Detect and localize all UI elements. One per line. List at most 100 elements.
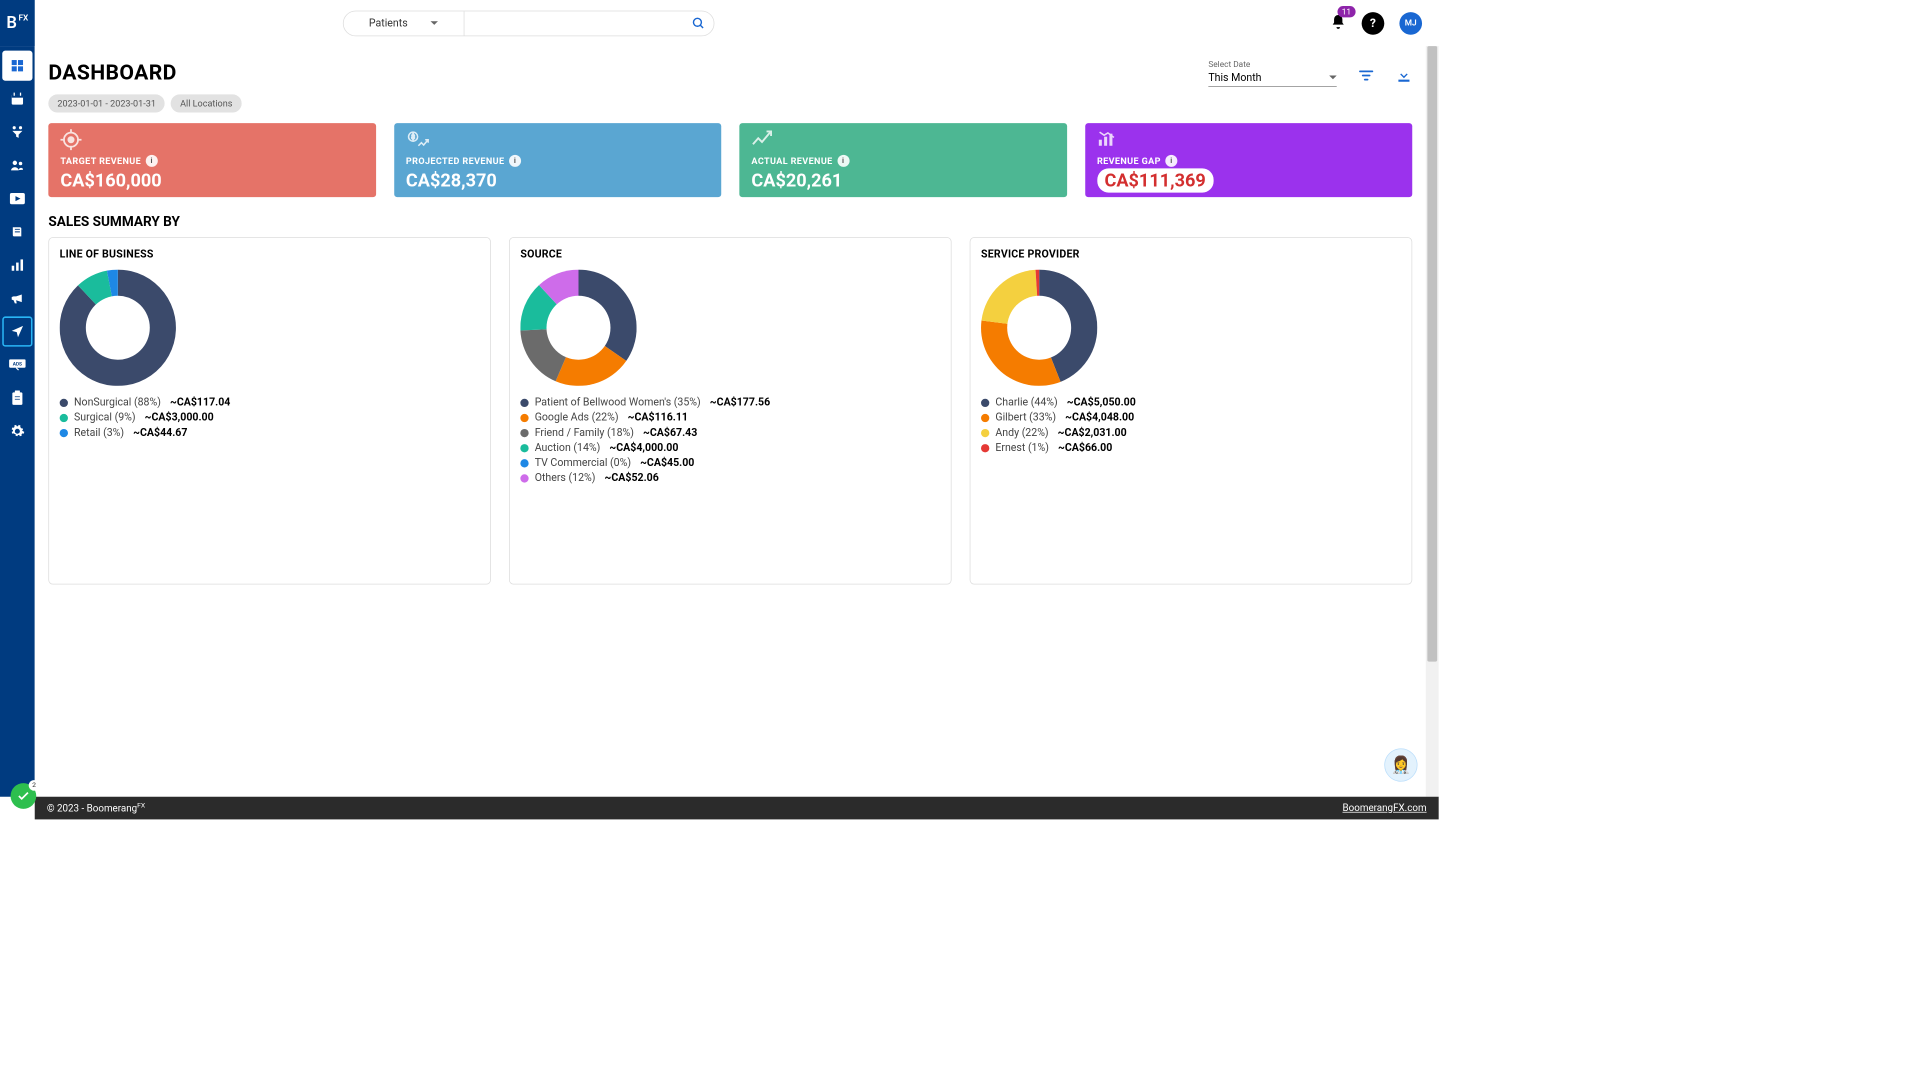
legend-value: ~CA$5,050.00 [1067, 396, 1136, 408]
chart-legend: Charlie (44%) ~CA$5,050.00 Gilbert (33%) ~C… [981, 396, 1401, 453]
nav-campaigns[interactable] [2, 283, 32, 313]
bars-icon [10, 258, 25, 273]
kpi-gap-label: REVENUE GAP [1097, 156, 1161, 167]
help-button[interactable]: ? [1362, 12, 1385, 35]
grid-icon [10, 58, 25, 73]
donut-chart [520, 270, 636, 386]
chart-title: LINE OF BUSINESS [60, 248, 480, 260]
nav-settings[interactable] [2, 416, 32, 446]
search-icon[interactable] [683, 16, 713, 30]
chevron-down-icon [1329, 76, 1337, 81]
svg-text:ADS: ADS [13, 361, 22, 367]
avatar-initials: MJ [1405, 18, 1417, 28]
legend-item: Retail (3%)~CA$44.67 [60, 427, 480, 439]
legend-dot [520, 398, 528, 406]
footer-link[interactable]: BoomerangFX.com [1343, 802, 1427, 813]
nav-analytics[interactable] [2, 250, 32, 280]
kpi-target-label: TARGET REVENUE [60, 156, 141, 167]
search-input[interactable] [464, 11, 683, 35]
legend-value: ~CA$4,048.00 [1065, 412, 1134, 424]
filter-icon [1358, 67, 1375, 84]
legend-value: ~CA$177.56 [710, 396, 770, 408]
legend-label: Friend / Family (18%) [535, 427, 634, 439]
scrollbar[interactable] [1426, 46, 1439, 797]
trend-up-icon [751, 129, 774, 147]
info-icon[interactable]: i [837, 155, 849, 167]
download-icon [1396, 67, 1413, 84]
legend-dot [981, 413, 989, 421]
status-fab[interactable]: 2 [11, 783, 37, 809]
notifications-button[interactable]: 11 [1330, 13, 1347, 33]
assistant-icon: 👩‍⚕️ [1391, 756, 1412, 775]
date-select[interactable]: This Month [1208, 69, 1336, 86]
legend-label: Google Ads (22%) [535, 412, 619, 424]
date-select-value: This Month [1208, 72, 1261, 84]
kpi-target: TARGET REVENUE i CA$160,000 [48, 123, 375, 197]
play-icon [10, 193, 25, 205]
chart-card: SOURCEPatient of Bellwood Women's (35%)~… [509, 237, 952, 584]
help-icon: ? [1370, 16, 1376, 30]
nav-clipboard[interactable] [2, 383, 32, 413]
nav-dashboard[interactable] [2, 51, 32, 81]
legend-label: Charlie (44%) [995, 396, 1057, 408]
chart-legend: Patient of Bellwood Women's (35%)~CA$177… [520, 396, 940, 484]
kpi-actual: ACTUAL REVENUE i CA$20,261 [739, 123, 1066, 197]
chat-fab[interactable]: 👩‍⚕️ [1384, 748, 1417, 781]
avatar[interactable]: MJ [1399, 12, 1422, 35]
legend-dot [520, 444, 528, 452]
footer-text: © 2023 - BoomerangFX [47, 802, 145, 814]
info-icon[interactable]: i [509, 155, 521, 167]
legend-label: Andy (22%) [995, 427, 1048, 439]
chevron-down-icon [430, 21, 438, 26]
kpi-actual-value: CA$20,261 [751, 170, 1054, 191]
funnel-icon [10, 125, 25, 140]
filter-button[interactable] [1358, 67, 1375, 87]
megaphone-icon [10, 291, 25, 306]
legend-dot [520, 413, 528, 421]
legend-item: Friend / Family (18%) ~CA$67.43 [520, 427, 940, 439]
legend-item: Others (12%) ~CA$52.06 [520, 472, 940, 484]
chip-location[interactable]: All Locations [171, 94, 241, 112]
location-arrow-icon [10, 324, 25, 339]
legend-item: Gilbert (33%) ~CA$4,048.00 [981, 412, 1401, 424]
chart-title: SERVICE PROVIDER [981, 248, 1401, 260]
legend-item: Charlie (44%) ~CA$5,050.00 [981, 396, 1401, 408]
section-title: SALES SUMMARY BY [48, 214, 1412, 230]
svg-text:$: $ [411, 134, 415, 141]
book-icon [10, 224, 25, 239]
legend-value: ~CA$4,000.00 [609, 442, 678, 454]
legend-label: Gilbert (33%) [995, 412, 1056, 424]
legend-dot [520, 459, 528, 467]
legend-dot [981, 429, 989, 437]
info-icon[interactable]: i [1165, 155, 1177, 167]
nav-calendar[interactable] [2, 84, 32, 114]
nav-leads[interactable] [2, 117, 32, 147]
legend-value: ~CA$52.06 [605, 472, 659, 484]
nav-patients[interactable] [2, 150, 32, 180]
search-scope-dropdown[interactable]: Patients [343, 11, 464, 35]
legend-label: Surgical (9%) [74, 412, 136, 424]
nav-book[interactable] [2, 217, 32, 247]
donut-chart [60, 270, 176, 386]
chip-date-range[interactable]: 2023-01-01 - 2023-01-31 [48, 94, 165, 112]
kpi-gap: REVENUE GAPi CA$111,369 [1085, 123, 1412, 197]
legend-label: Others (12%) [535, 472, 596, 484]
legend-dot [60, 413, 68, 421]
nav-media[interactable] [2, 184, 32, 214]
info-icon[interactable]: i [146, 155, 158, 167]
legend-value: ~CA$67.43 [643, 427, 697, 439]
chart-legend: NonSurgical (88%)~CA$117.04Surgical (9%)… [60, 396, 480, 438]
logo-super: FX [18, 13, 28, 23]
clipboard-icon [11, 390, 25, 405]
main-content: DASHBOARD Select Date This Month 2023-01… [35, 46, 1426, 797]
scrollbar-thumb[interactable] [1427, 46, 1437, 662]
nav-ads[interactable]: ADS [2, 350, 32, 380]
kpi-actual-label: ACTUAL REVENUE [751, 156, 832, 167]
kpi-target-value: CA$160,000 [60, 170, 363, 191]
nav-quick-access[interactable] [2, 316, 32, 346]
legend-value: ~CA$117.04 [170, 396, 230, 408]
people-icon [10, 158, 25, 173]
download-button[interactable] [1396, 67, 1413, 87]
logo[interactable]: BFX [0, 0, 35, 46]
legend-label: Auction (14%) [535, 442, 601, 454]
